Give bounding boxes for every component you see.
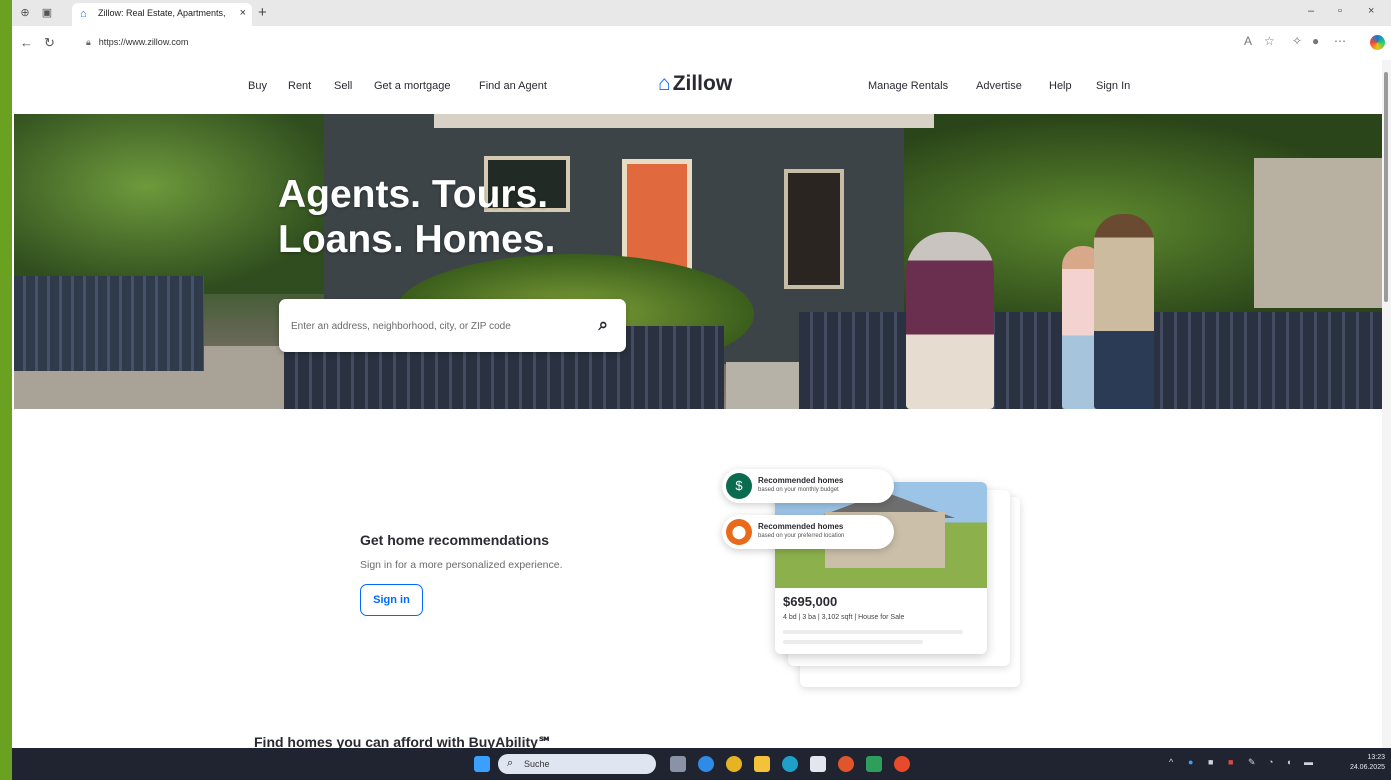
extensions-icon[interactable]: ✧ — [1292, 34, 1302, 48]
nav-get-a-mortgage[interactable]: Get a mortgage — [374, 80, 450, 92]
scrollbar-thumb[interactable] — [1384, 72, 1388, 302]
back-icon[interactable]: ← — [20, 35, 33, 50]
hero-window-right — [784, 169, 844, 289]
hero-headline: Agents. Tours. Loans. Homes. — [278, 172, 555, 262]
pill-title: Recommended homes — [758, 476, 844, 485]
taskbar-search-icon: ⌕ — [507, 757, 514, 769]
recommended-budget-pill: $ Recommended homes based on your monthl… — [722, 469, 894, 503]
taskbar-search-label: Suche — [524, 759, 550, 769]
workspaces-icon[interactable]: ⊕ — [18, 6, 32, 20]
favorite-star-icon[interactable]: ☆ — [1264, 34, 1275, 48]
edge-taskbar-icon[interactable] — [698, 756, 714, 772]
zillow-favicon-icon: ⌂ — [80, 8, 87, 20]
tray-app-icon[interactable]: ■ — [1228, 757, 1233, 767]
maximize-button[interactable]: ▫ — [1338, 5, 1342, 17]
listing-placeholder-line — [783, 630, 963, 634]
nav-find-an-agent[interactable]: Find an Agent — [479, 80, 547, 92]
budget-icon: $ — [726, 473, 752, 499]
profile-icon[interactable]: ● — [1312, 34, 1319, 48]
nav-advertise[interactable]: Advertise — [976, 80, 1022, 92]
hero-buyer-figure-2 — [1094, 214, 1154, 409]
wifi-icon[interactable]: ◔ — [1268, 757, 1273, 767]
recommendations-title: Get home recommendations — [360, 532, 550, 548]
more-menu-icon[interactable]: ⋯ — [1334, 34, 1346, 48]
nav-manage-rentals[interactable]: Manage Rentals — [868, 80, 948, 92]
location-pin-icon: ⬤ — [726, 519, 752, 545]
browser-titlebar: ⊕ ▣ ⌂ Zillow: Real Estate, Apartments, M… — [12, 0, 1391, 26]
clock-time: 13:23 — [1367, 754, 1385, 761]
app-taskbar-icon[interactable] — [866, 756, 882, 772]
calendar-taskbar-icon[interactable] — [810, 756, 826, 772]
hero-roof — [434, 114, 934, 128]
tab-title: Zillow: Real Estate, Apartments, M — [98, 8, 228, 18]
url-text: https://www.zillow.com — [98, 37, 189, 47]
pill-subtitle: based on your monthly budget — [758, 487, 839, 493]
hero-search-box: ⌕ — [279, 299, 626, 352]
tab-close-icon[interactable]: × — [240, 7, 246, 19]
browser-toolbar: ← ↻ 🔒︎ https://www.zillow.com A ☆ ✧ ● ⋯ — [12, 26, 1391, 61]
logo-text: Zillow — [672, 72, 733, 95]
taskbar-search[interactable]: ⌕ Suche — [498, 754, 656, 774]
read-aloud-icon[interactable]: A — [1244, 34, 1252, 48]
site-header: Buy Rent Sell Get a mortgage Find an Age… — [12, 60, 1391, 114]
file-explorer-icon[interactable] — [754, 756, 770, 772]
tray-chevron-icon[interactable]: ^ — [1169, 757, 1173, 767]
listing-card: $695,000 4 bd | 3 ba | 3,102 sqft | Hous… — [775, 482, 987, 654]
hero-agent-figure — [906, 232, 994, 409]
hero-headline-line-1: Agents. Tours. — [278, 173, 549, 216]
chrome-taskbar-icon[interactable] — [726, 756, 742, 772]
battery-icon[interactable]: ▬ — [1304, 757, 1313, 767]
close-window-button[interactable]: × — [1368, 5, 1374, 17]
zillow-logo-icon: ⌂ — [658, 72, 671, 95]
listing-placeholder-line — [783, 640, 923, 644]
app-taskbar-icon[interactable] — [782, 756, 798, 772]
new-tab-button[interactable]: + — [258, 4, 267, 21]
recommendations-subtitle: Sign in for a more personalized experien… — [360, 559, 563, 571]
pill-subtitle: based on your preferred location — [758, 533, 845, 539]
tray-app-icon[interactable]: ● — [1188, 757, 1193, 767]
nav-rent[interactable]: Rent — [288, 80, 311, 92]
zillow-logo[interactable]: ⌂Zillow — [658, 72, 732, 96]
copilot-icon[interactable] — [1370, 35, 1385, 50]
hero-banner: Agents. Tours. Loans. Homes. ⌕ — [14, 114, 1384, 409]
refresh-icon[interactable]: ↻ — [44, 35, 55, 51]
windows-taskbar: ⌕ Suche ^ ● ■ ■ ✎ ◔ ◖ ▬ 13:23 24.06.2025 — [12, 748, 1391, 780]
hero-walkway — [726, 362, 801, 409]
browser-tab-zillow[interactable]: ⌂ Zillow: Real Estate, Apartments, M × — [72, 3, 252, 26]
task-view-icon[interactable] — [670, 756, 686, 772]
sign-in-button[interactable]: Sign in — [360, 584, 423, 616]
pill-title: Recommended homes — [758, 522, 844, 531]
app-taskbar-icon[interactable] — [894, 756, 910, 772]
hero-fence-left — [14, 276, 204, 371]
minimize-button[interactable]: – — [1308, 5, 1314, 17]
address-bar[interactable]: 🔒︎ https://www.zillow.com — [86, 37, 188, 48]
nav-sign-in[interactable]: Sign In — [1096, 80, 1130, 92]
tab-actions-icon[interactable]: ▣ — [40, 6, 54, 20]
tray-pen-icon[interactable]: ✎ — [1248, 757, 1256, 768]
hero-headline-line-2: Loans. Homes. — [278, 218, 556, 261]
volume-icon[interactable]: ◖ — [1286, 757, 1291, 767]
search-input[interactable] — [289, 313, 578, 339]
nav-help[interactable]: Help — [1049, 80, 1072, 92]
app-taskbar-icon[interactable] — [838, 756, 854, 772]
taskbar-clock[interactable]: 13:23 24.06.2025 — [1350, 753, 1385, 773]
windows-start-icon[interactable] — [474, 756, 490, 772]
browser-window: ⊕ ▣ ⌂ Zillow: Real Estate, Apartments, M… — [12, 0, 1391, 780]
search-icon[interactable]: ⌕ — [598, 315, 608, 335]
listing-details: 4 bd | 3 ba | 3,102 sqft | House for Sal… — [783, 614, 905, 621]
page-scrollbar[interactable] — [1382, 60, 1391, 748]
nav-buy[interactable]: Buy — [248, 80, 267, 92]
tray-app-icon[interactable]: ■ — [1208, 757, 1213, 767]
nav-sell[interactable]: Sell — [334, 80, 352, 92]
lock-icon: 🔒︎ — [86, 37, 91, 47]
clock-date: 24.06.2025 — [1349, 764, 1385, 771]
listing-price: $695,000 — [783, 594, 838, 609]
hero-neighbor-house — [1254, 158, 1384, 308]
recommended-location-pill: ⬤ Recommended homes based on your prefer… — [722, 515, 894, 549]
